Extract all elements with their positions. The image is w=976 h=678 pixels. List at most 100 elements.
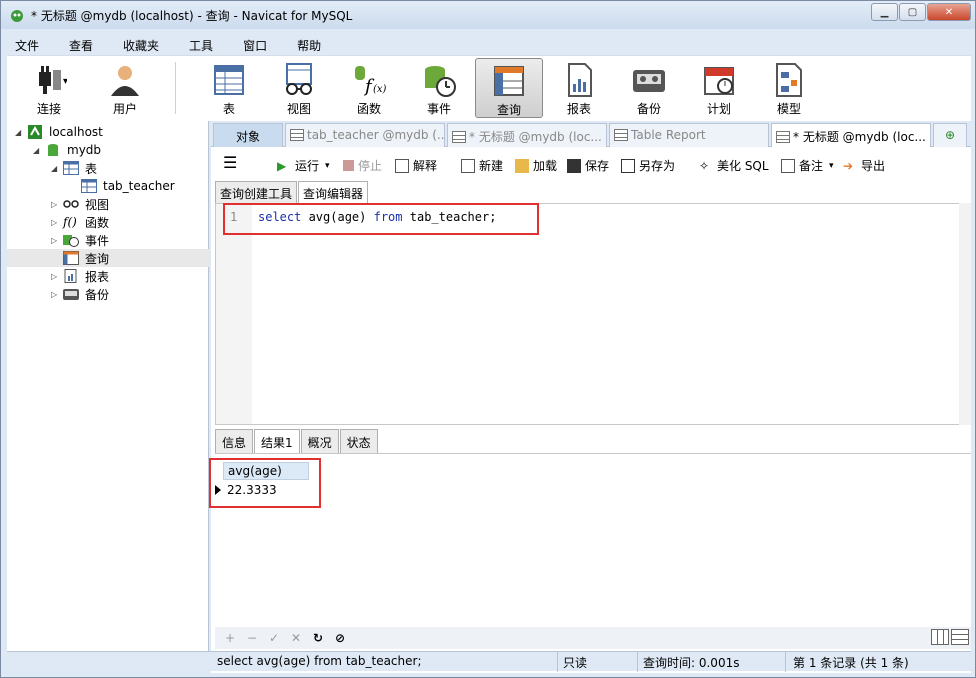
view-label: 视图 (286, 102, 311, 116)
tree-node-functions[interactable]: ▷ f() 函数 (51, 213, 109, 231)
comment-label: 备注 (799, 159, 824, 173)
collapsed-arrow-icon[interactable]: ▷ (51, 290, 63, 299)
run-button[interactable]: ▶ 运行 ▾ (277, 157, 330, 174)
dropdown-arrow-icon[interactable]: ▾ (325, 161, 330, 171)
server-icon (27, 125, 43, 139)
view-button[interactable]: 视图 (265, 58, 333, 118)
dropdown-arrow-icon[interactable]: ▾ (829, 161, 834, 171)
load-button[interactable]: 加载 (515, 157, 557, 174)
comment-button[interactable]: 备注 ▾ (781, 157, 834, 174)
backup-button[interactable]: 备份 (615, 58, 683, 118)
new-tab-button[interactable]: ⊕ (933, 123, 967, 147)
new-query-button[interactable]: 新建 (461, 157, 503, 174)
add-tab-icon: ⊕ (944, 128, 956, 142)
tree-node-mydb[interactable]: ◢ mydb (33, 141, 101, 159)
maximize-button[interactable]: ▢ (899, 3, 926, 21)
discard-icon[interactable]: ✕ (291, 631, 303, 645)
menu-help[interactable]: 帮助 (289, 35, 329, 55)
expanded-arrow-icon[interactable]: ◢ (15, 128, 27, 137)
tab-label: tab_teacher @mydb (... (307, 128, 445, 142)
model-button[interactable]: 模型 (755, 58, 823, 118)
tab-table-report[interactable]: Table Report (609, 123, 769, 147)
function-button[interactable]: f (x) 函数 (335, 58, 403, 118)
tree-node-reports[interactable]: ▷ 报表 (51, 267, 109, 285)
beautify-label: 美化 SQL (717, 159, 769, 173)
report-icon (63, 269, 79, 283)
tree-node-backups[interactable]: ▷ 备份 (51, 285, 109, 303)
tree-label: 事件 (85, 233, 110, 248)
tree-node-events[interactable]: ▷ 事件 (51, 231, 109, 249)
tree-label: tab_teacher (103, 179, 175, 193)
minimize-button[interactable]: ▁ (871, 3, 898, 21)
main-toolbar: ▾ 连接 用户 表 视图 f (x) 函数 事件 查询 报表 备份 计划 模型 (7, 55, 971, 121)
event-button[interactable]: 事件 (405, 58, 473, 118)
tree-label: 备份 (85, 287, 110, 302)
tab-untitled-1[interactable]: * 无标题 @mydb (loc... (447, 123, 607, 147)
collapsed-arrow-icon[interactable]: ▷ (51, 272, 63, 281)
form-view-icon[interactable] (951, 629, 969, 645)
menu-file[interactable]: 文件 (7, 35, 47, 55)
collapsed-arrow-icon[interactable]: ▷ (51, 218, 63, 227)
tree-label: 表 (85, 161, 98, 176)
tab-tab_teacher[interactable]: tab_teacher @mydb (... (285, 123, 445, 147)
calendar-icon (701, 62, 737, 98)
main-area: 对象 tab_teacher @mydb (... * 无标题 @mydb (l… (209, 121, 971, 673)
refresh-icon[interactable]: ↻ (313, 631, 325, 645)
stop-icon[interactable]: ⊘ (335, 631, 347, 645)
tab-info[interactable]: 信息 (215, 429, 254, 453)
backup-icon (63, 287, 79, 301)
tab-untitled-active[interactable]: * 无标题 @mydb (loc... (771, 123, 931, 147)
add-record-icon[interactable]: + (225, 631, 237, 645)
hamburger-icon: ☰ (223, 153, 238, 172)
editor-scrollbar[interactable] (959, 203, 971, 425)
beautify-sql-button[interactable]: ✧ 美化 SQL (699, 157, 769, 174)
tab-status[interactable]: 状态 (339, 429, 378, 453)
tab-profile[interactable]: 概况 (300, 429, 339, 453)
close-button[interactable]: ✕ (927, 3, 971, 21)
tree-label: 查询 (85, 251, 110, 266)
tree-label: 函数 (85, 215, 110, 230)
schedule-button[interactable]: 计划 (685, 58, 753, 118)
event-icon (63, 233, 79, 247)
tab-query-builder[interactable]: 查询创建工具 (215, 181, 298, 203)
table-button[interactable]: 表 (195, 58, 263, 118)
user-button[interactable]: 用户 (91, 58, 159, 118)
save-button[interactable]: 保存 (567, 157, 609, 174)
tab-label: * 无标题 @mydb (loc... (469, 130, 602, 144)
table-label: 表 (222, 102, 235, 116)
apply-icon[interactable]: ✓ (269, 631, 281, 645)
plug-icon: ▾ (31, 62, 68, 98)
tree-node-queries[interactable]: 查询 (7, 249, 209, 267)
stop-button[interactable]: 停止 (343, 157, 382, 174)
report-button[interactable]: 报表 (545, 58, 613, 118)
menu-view[interactable]: 查看 (61, 35, 101, 55)
explain-button[interactable]: 解释 (395, 157, 437, 174)
query-button[interactable]: 查询 (475, 58, 543, 118)
tab-result1[interactable]: 结果1 (254, 429, 300, 453)
connect-button[interactable]: ▾ 连接 (15, 58, 83, 118)
status-records: 第 1 条记录 (共 1 条) (793, 656, 909, 670)
menu-favorites[interactable]: 收藏夹 (115, 35, 167, 55)
tab-query-editor[interactable]: 查询编辑器 (298, 181, 369, 203)
tree-node-localhost[interactable]: ◢ localhost (15, 123, 103, 141)
grid-view-icon[interactable] (931, 629, 949, 645)
status-bar: select avg(age) from tab_teacher; 只读 查询时… (7, 651, 971, 672)
expanded-arrow-icon[interactable]: ◢ (51, 164, 63, 173)
highlight-box-query (223, 203, 539, 235)
tree-node-views[interactable]: ▷ 视图 (51, 195, 109, 213)
collapsed-arrow-icon[interactable]: ▷ (51, 200, 63, 209)
save-as-button[interactable]: 另存为 (621, 157, 675, 174)
expanded-arrow-icon[interactable]: ◢ (33, 146, 45, 155)
status-readonly: 只读 (563, 656, 588, 670)
menu-tools[interactable]: 工具 (181, 35, 221, 55)
export-button[interactable]: ➔ 导出 (843, 157, 885, 174)
delete-record-icon[interactable]: − (247, 631, 259, 645)
result-grid: avg(age) 22.3333 (209, 453, 971, 627)
sql-editor[interactable]: 1 select avg(age) from tab_teacher; (215, 203, 971, 425)
tree-node-tables[interactable]: ◢ 表 (51, 159, 97, 177)
menu-window[interactable]: 窗口 (235, 35, 275, 55)
tab-objects[interactable]: 对象 (213, 123, 283, 147)
collapsed-arrow-icon[interactable]: ▷ (51, 236, 63, 245)
tree-node-tab_teacher[interactable]: tab_teacher (81, 177, 175, 195)
menu-toggle-button[interactable]: ☰ (223, 153, 237, 172)
